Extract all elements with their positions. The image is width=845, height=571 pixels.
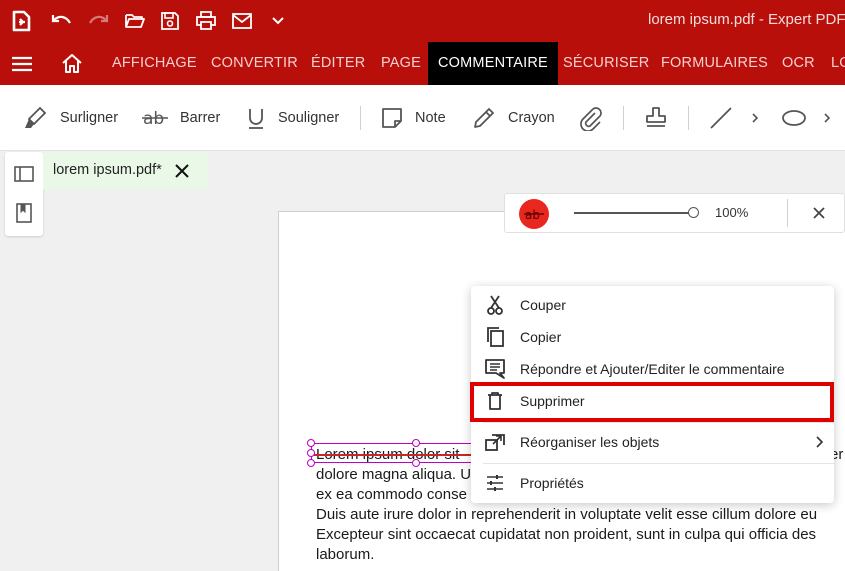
- toolbar-divider: [360, 106, 361, 130]
- sidebar-toggle-icon[interactable]: [13, 163, 35, 185]
- menu-item-label: Réorganiser les objets: [520, 434, 660, 450]
- strikeout-color-icon: ab: [524, 208, 544, 221]
- menu-convertir[interactable]: CONVERTIR: [211, 42, 298, 85]
- strikeout-label: Barrer: [180, 110, 221, 126]
- note-icon: [382, 108, 402, 128]
- menu-item-cut[interactable]: Couper: [471, 289, 834, 321]
- chevron-right-icon: [752, 113, 759, 123]
- stamp-icon: [646, 107, 666, 127]
- resize-handle[interactable]: [412, 459, 420, 467]
- color-picker-button[interactable]: ab: [519, 199, 549, 229]
- opacity-slider-knob[interactable]: [688, 207, 699, 218]
- document-line: laborum.: [316, 546, 375, 563]
- line-options-chevron[interactable]: [750, 85, 760, 151]
- open-folder-icon[interactable]: [122, 8, 148, 34]
- app-logo-icon: [8, 8, 34, 34]
- opacity-value: 100%: [715, 205, 749, 220]
- document-tab[interactable]: lorem ipsum.pdf*: [43, 153, 208, 189]
- underline-tool[interactable]: Souligner: [246, 85, 339, 151]
- svg-text:ab: ab: [143, 109, 164, 129]
- resize-handle[interactable]: [307, 439, 315, 447]
- menu-page[interactable]: PAGE: [381, 42, 421, 85]
- undo-icon[interactable]: [49, 8, 75, 34]
- resize-handle[interactable]: [412, 439, 420, 447]
- document-line: Excepteur sint occaecat cupidatat non pr…: [316, 526, 817, 543]
- note-tool[interactable]: Note: [381, 85, 446, 151]
- menu-item-label: Couper: [520, 297, 566, 313]
- menu-overflow[interactable]: LO: [831, 42, 845, 85]
- print-icon[interactable]: [193, 8, 219, 34]
- pencil-label: Crayon: [508, 110, 555, 126]
- menu-item-properties[interactable]: Propriétés: [471, 467, 834, 499]
- annotation-properties-bar: ab 100%: [504, 193, 845, 233]
- stamp-tool[interactable]: [644, 85, 668, 151]
- menu-affichage[interactable]: AFFICHAGE: [112, 42, 197, 85]
- paperclip-icon: [580, 107, 602, 131]
- divider: [787, 199, 788, 227]
- menu-editer[interactable]: ÉDITER: [311, 42, 365, 85]
- menu-bar: AFFICHAGE CONVERTIR ÉDITER PAGE COMMENTA…: [0, 42, 845, 85]
- menu-commentaire[interactable]: COMMENTAIRE: [428, 42, 558, 85]
- redo-icon[interactable]: [85, 8, 111, 34]
- chevron-down-icon[interactable]: [265, 8, 291, 34]
- comment-icon: [484, 358, 506, 380]
- document-line: dolore magna aliqua. U: [316, 466, 472, 483]
- close-icon[interactable]: [811, 205, 827, 221]
- chevron-right-icon: [824, 113, 831, 123]
- annotation-selection[interactable]: [311, 443, 481, 463]
- toolbar-divider: [688, 106, 689, 130]
- menu-item-arrange[interactable]: Réorganiser les objets: [471, 426, 834, 458]
- resize-handle[interactable]: [307, 459, 315, 467]
- menu-item-label: Propriétés: [520, 475, 584, 491]
- menu-securiser[interactable]: SÉCURISER: [563, 42, 649, 85]
- scissors-icon: [484, 294, 506, 316]
- copy-icon: [484, 326, 506, 348]
- menu-divider: [483, 463, 834, 464]
- side-panel: [5, 152, 43, 236]
- strikeout-icon: ab: [142, 109, 168, 129]
- line-icon: [710, 107, 732, 129]
- menu-item-copy[interactable]: Copier: [471, 321, 834, 353]
- line-tool[interactable]: [708, 85, 734, 151]
- ellipse-icon: [782, 110, 806, 126]
- menu-ocr[interactable]: OCR: [782, 42, 815, 85]
- arrange-icon: [484, 431, 506, 453]
- highlight-tool[interactable]: Surligner: [22, 85, 118, 151]
- highlight-label: Surligner: [60, 110, 119, 126]
- ellipse-tool[interactable]: [781, 85, 807, 151]
- toolbar-divider: [623, 106, 624, 130]
- menu-item-comment[interactable]: Répondre et Ajouter/Editer le commentair…: [471, 353, 834, 385]
- menu-item-label: Copier: [520, 329, 562, 345]
- close-icon[interactable]: [173, 162, 191, 180]
- note-label: Note: [415, 110, 446, 126]
- pencil-tool[interactable]: Crayon: [472, 85, 555, 151]
- underline-label: Souligner: [278, 110, 340, 126]
- menu-formulaires[interactable]: FORMULAIRES: [661, 42, 768, 85]
- save-icon[interactable]: [157, 8, 183, 34]
- document-tab-label: lorem ipsum.pdf*: [53, 162, 162, 178]
- opacity-slider[interactable]: [574, 212, 692, 214]
- pencil-icon: [474, 108, 494, 128]
- window-title: lorem ipsum.pdf - Expert PDF: [648, 11, 845, 28]
- document-line: ex ea commodo conse: [316, 486, 467, 503]
- hamburger-menu-icon[interactable]: [10, 53, 34, 75]
- highlighter-icon: [25, 106, 47, 128]
- comment-toolbar: Surligner ab Barrer Souligner Note Crayo…: [0, 85, 845, 151]
- ellipse-options-chevron[interactable]: [822, 85, 832, 151]
- attachment-tool[interactable]: [578, 85, 602, 151]
- menu-divider: [483, 422, 834, 423]
- properties-icon: [484, 472, 506, 494]
- underline-icon: [249, 109, 263, 129]
- submenu-arrow-icon: [814, 435, 826, 449]
- strikeout-tool[interactable]: ab Barrer: [142, 85, 220, 151]
- home-icon[interactable]: [60, 52, 84, 76]
- highlight-annotation-box: [470, 382, 834, 422]
- menu-item-label: Répondre et Ajouter/Editer le commentair…: [520, 361, 785, 377]
- resize-handle[interactable]: [307, 449, 315, 457]
- document-line: Duis aute irure dolor in reprehenderit i…: [316, 506, 818, 523]
- title-bar: lorem ipsum.pdf - Expert PDF: [0, 0, 845, 42]
- mail-icon[interactable]: [229, 8, 255, 34]
- bookmarks-icon[interactable]: [13, 202, 35, 224]
